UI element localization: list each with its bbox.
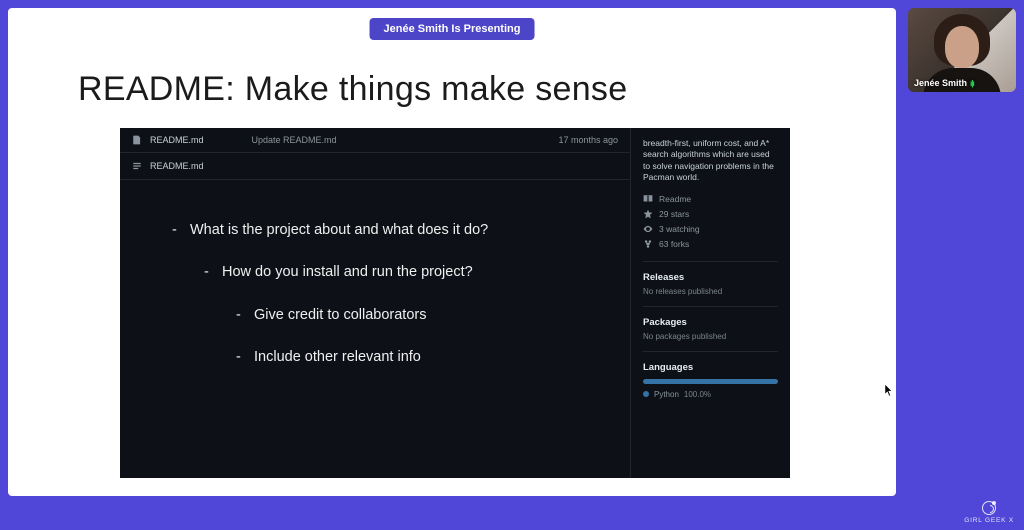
- presentation-stage: Jenée Smith Is Presenting README: Make t…: [8, 8, 896, 496]
- meta-readme-text: Readme: [659, 194, 691, 204]
- language-dot: [643, 391, 649, 397]
- mouse-cursor-icon: [884, 383, 894, 397]
- speaking-indicator-icon: ı|ı: [970, 79, 974, 88]
- star-icon: [643, 209, 653, 219]
- book-icon: [643, 194, 653, 204]
- readme-body: What is the project about and what does …: [120, 180, 630, 478]
- meta-readme: Readme: [643, 194, 778, 204]
- language-name: Python: [654, 390, 679, 399]
- releases-title: Releases: [643, 272, 778, 283]
- language-row: Python 100.0%: [643, 390, 778, 399]
- releases-sub: No releases published: [643, 287, 778, 296]
- file-name: README.md: [150, 135, 204, 145]
- readme-bullets: What is the project about and what does …: [172, 220, 610, 367]
- meta-watching: 3 watching: [643, 224, 778, 234]
- bullet-item: What is the project about and what does …: [172, 220, 610, 240]
- github-main-column: README.md Update README.md 17 months ago…: [120, 128, 630, 478]
- avatar-face: [945, 26, 979, 68]
- github-screenshot: README.md Update README.md 17 months ago…: [120, 128, 790, 478]
- meta-watching-text: 3 watching: [659, 224, 700, 234]
- file-icon: [132, 135, 142, 145]
- fork-icon: [643, 239, 653, 249]
- meta-forks: 63 forks: [643, 239, 778, 249]
- camera-label: Jenée Smith ı|ı: [914, 78, 974, 88]
- brand-text: GIRL GEEK X: [964, 517, 1014, 524]
- language-pct: 100.0%: [684, 390, 711, 399]
- meta-stars: 29 stars: [643, 209, 778, 219]
- commit-message: Update README.md: [252, 135, 551, 145]
- languages-title: Languages: [643, 362, 778, 373]
- presenter-banner-text: Jenée Smith Is Presenting: [384, 23, 521, 35]
- github-sidebar: breadth-first, uniform cost, and A* sear…: [630, 128, 790, 478]
- presenter-banner: Jenée Smith Is Presenting: [370, 18, 535, 40]
- meta-stars-text: 29 stars: [659, 209, 689, 219]
- slide-title: README: Make things make sense: [78, 70, 627, 109]
- packages-title: Packages: [643, 317, 778, 328]
- languages-section: Languages Python 100.0%: [643, 351, 778, 399]
- repo-meta: Readme 29 stars 3 watching 63 forks: [643, 194, 778, 249]
- packages-sub: No packages published: [643, 332, 778, 341]
- github-file-row: README.md Update README.md 17 months ago: [120, 128, 630, 153]
- releases-section: Releases No releases published: [643, 261, 778, 296]
- list-icon: [132, 161, 142, 171]
- meta-forks-text: 63 forks: [659, 239, 689, 249]
- bullet-item: How do you install and run the project?: [204, 262, 610, 282]
- camera-tile[interactable]: Jenée Smith ı|ı: [908, 8, 1016, 92]
- commit-time: 17 months ago: [558, 135, 618, 145]
- language-bar: [643, 379, 778, 384]
- repo-description: breadth-first, uniform cost, and A* sear…: [643, 138, 778, 184]
- readme-header: README.md: [120, 153, 630, 180]
- packages-section: Packages No packages published: [643, 306, 778, 341]
- brand-badge: GIRL GEEK X: [964, 501, 1014, 524]
- bullet-item: Include other relevant info: [236, 347, 610, 367]
- readme-filename: README.md: [150, 161, 204, 171]
- camera-name: Jenée Smith: [914, 78, 967, 88]
- eye-icon: [643, 224, 653, 234]
- brand-logo-icon: [982, 501, 996, 515]
- bullet-item: Give credit to collaborators: [236, 305, 610, 325]
